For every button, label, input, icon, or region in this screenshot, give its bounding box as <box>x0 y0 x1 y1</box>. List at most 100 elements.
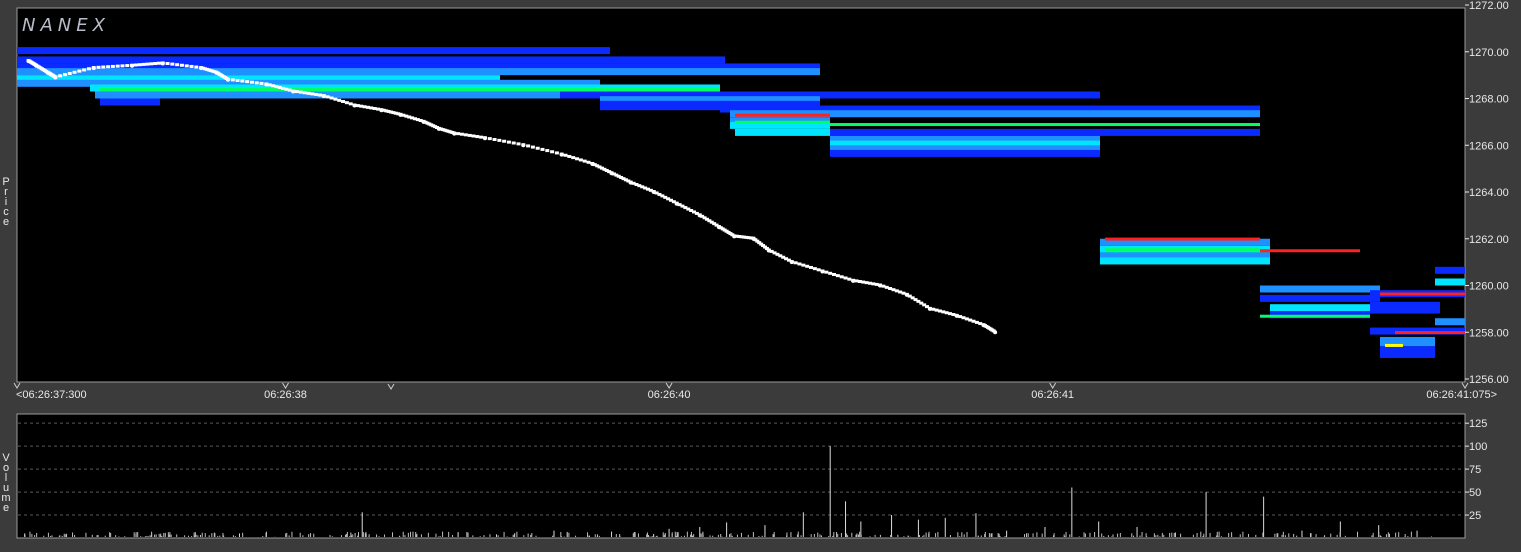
time-tick-marker <box>1461 382 1469 389</box>
price-y-tick-label: 1266.00 <box>1469 140 1509 152</box>
trade-point <box>179 63 184 67</box>
volume-y-tick-label: 50 <box>1469 487 1481 499</box>
time-tick-label: 06:26:40 <box>648 389 691 401</box>
volume-plot-area[interactable] <box>16 413 1466 539</box>
trade-point <box>609 171 614 176</box>
trade-point <box>521 143 526 148</box>
trade-point <box>110 64 115 68</box>
trade-point <box>545 149 550 153</box>
trade-point <box>456 132 461 136</box>
trade-point <box>751 236 756 241</box>
trade-point <box>106 65 111 69</box>
trade-point <box>550 150 555 154</box>
trade-point <box>526 144 531 148</box>
trade-point <box>535 146 540 150</box>
nanex-logo: NANEX <box>22 15 110 36</box>
trade-point <box>156 61 161 65</box>
price-y-tick-label: 1264.00 <box>1469 187 1509 199</box>
trade-point <box>732 234 737 239</box>
time-tick-label: 06:26:41:075> <box>1426 389 1497 401</box>
price-level-line <box>1395 331 1465 335</box>
chart-canvas: NANEX 1272.00 1270.00 1268.00 1266.00 1264.0… <box>0 0 1509 539</box>
trade-point <box>86 67 91 71</box>
trade-point <box>516 142 521 146</box>
trade-point <box>954 313 959 318</box>
trade-point <box>175 63 180 67</box>
trade-point <box>91 66 96 71</box>
trade-point <box>298 90 303 94</box>
trade-point <box>149 62 154 66</box>
trade-point <box>130 63 135 68</box>
trade-point <box>559 152 564 157</box>
trade-point <box>145 62 150 66</box>
trade-point <box>120 64 125 68</box>
trade-point <box>333 97 338 101</box>
trade-point <box>165 62 170 66</box>
trade-point <box>575 157 580 161</box>
trade-point <box>321 94 326 99</box>
trade-point <box>337 98 342 102</box>
trade-point <box>352 103 357 108</box>
price-level-line <box>1105 237 1260 241</box>
trade-point <box>578 158 583 162</box>
trade-point <box>582 159 587 163</box>
depth-band <box>1435 266 1465 274</box>
trade-point <box>467 133 472 137</box>
trade-point <box>348 102 353 106</box>
depth-band <box>830 128 1260 136</box>
trade-point <box>314 92 319 96</box>
axis-title: Volume <box>0 452 12 512</box>
trade-point <box>194 65 199 69</box>
trade-point <box>295 90 300 94</box>
trade-point <box>651 190 656 194</box>
trade-point <box>398 112 403 117</box>
trade-point <box>53 75 58 80</box>
price-level-line <box>1380 292 1465 296</box>
trade-point <box>452 131 457 136</box>
depth-band <box>1260 285 1380 293</box>
trade-point <box>805 264 810 268</box>
trade-point <box>847 277 852 281</box>
depth-band <box>1380 346 1435 358</box>
trade-point <box>540 147 545 151</box>
chart-window: NANEX 1272.00 1270.00 1268.00 1266.00 1264.0… <box>0 0 1521 552</box>
depth-band <box>1260 294 1380 302</box>
depth-band <box>735 128 830 136</box>
trade-point <box>26 59 31 64</box>
trade-point <box>125 64 130 68</box>
trade-point <box>77 69 82 73</box>
price-y-tick-label: 1262.00 <box>1469 234 1509 246</box>
depth-band <box>1435 278 1465 286</box>
depth-band <box>1100 257 1270 265</box>
volume-y-tick-label: 25 <box>1469 510 1481 522</box>
volume-y-tick-label: 75 <box>1469 464 1481 476</box>
trade-point <box>981 323 986 328</box>
trade-point <box>291 89 296 94</box>
trade-point <box>812 267 817 271</box>
trade-point <box>809 265 814 269</box>
trade-point <box>379 108 384 113</box>
depth-band <box>95 91 600 99</box>
trade-point <box>793 261 798 265</box>
price-level-line <box>100 87 720 91</box>
trade-point <box>45 70 50 75</box>
price-x-axis: <06:26:37:300 06:26:38 06:26:40 06:26:41 06:… <box>13 382 1497 401</box>
price-level-line <box>1260 314 1370 318</box>
price-y-tick-label: 1270.00 <box>1469 47 1509 59</box>
trade-point <box>141 62 146 66</box>
trade-point <box>62 73 67 77</box>
time-tick-marker <box>13 382 21 389</box>
trade-point <box>904 292 909 297</box>
price-y-axis: 1272.00 1270.00 1268.00 1266.00 1264.00 1262.… <box>1465 0 1509 386</box>
price-level-line <box>1260 249 1360 253</box>
price-y-tick-label: 1268.00 <box>1469 94 1509 106</box>
trade-point <box>264 82 269 87</box>
trade-point <box>199 66 204 71</box>
trade-point <box>674 201 679 206</box>
trade-point <box>843 276 848 280</box>
trade-point <box>789 260 794 265</box>
price-y-tick-label: 1258.00 <box>1469 327 1509 339</box>
depth-band <box>100 98 160 106</box>
trade-point <box>302 91 307 95</box>
trade-point <box>230 78 235 82</box>
